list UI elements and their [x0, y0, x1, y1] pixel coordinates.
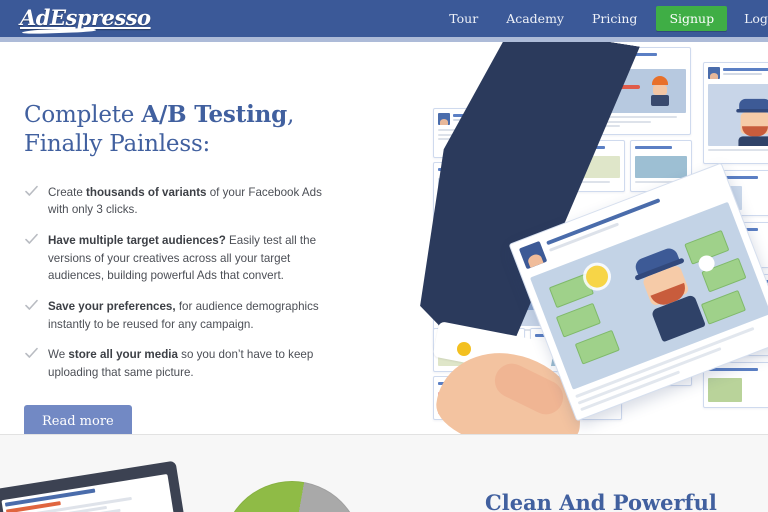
- headline-emphasis: A/B Testing: [141, 101, 288, 128]
- page-title: Complete A/B Testing, Finally Painless:: [24, 100, 344, 160]
- headline-part-1: Complete: [24, 102, 142, 128]
- check-icon: [25, 347, 38, 360]
- section-title: Clean And Powerful: [485, 490, 717, 512]
- nav-item-academy[interactable]: Academy: [492, 0, 578, 37]
- site-logo[interactable]: AdEspresso: [20, 4, 151, 34]
- laptop-illustration: [0, 460, 187, 512]
- list-item: Create thousands of variants of your Fac…: [24, 184, 344, 219]
- click-through-donut-chart: 9.478% Click through: [222, 481, 362, 512]
- list-item-text-strong: store all your media: [68, 348, 178, 362]
- list-item-text-strong: Save your preferences,: [48, 299, 176, 313]
- check-icon: [25, 299, 38, 312]
- list-item-text-strong: thousands of variants: [86, 185, 207, 199]
- hero-illustration: [415, 42, 768, 434]
- list-item: Have multiple target audiences? Easily t…: [24, 232, 344, 285]
- headline-part-2: ,: [287, 102, 295, 128]
- nav-underline-strip: [0, 37, 768, 42]
- check-icon: [25, 233, 38, 246]
- list-item: Save your preferences, for audience demo…: [24, 298, 344, 333]
- list-item-text-pre: We: [48, 348, 69, 362]
- illustration-cuff-button: [457, 342, 471, 356]
- headline-line-2: Finally Painless:: [24, 131, 211, 158]
- features-section: 9.478% Click through Clean And Powerful: [0, 435, 768, 512]
- list-item-text-pre: Create: [48, 185, 87, 199]
- laptop-screen: [1, 473, 177, 512]
- login-link[interactable]: Login: [732, 0, 768, 37]
- list-item: We store all your media so you don’t hav…: [24, 346, 344, 381]
- nav-item-tour[interactable]: Tour: [435, 0, 492, 37]
- ad-card: [703, 62, 768, 164]
- hero-section: Complete A/B Testing, Finally Painless: …: [0, 42, 768, 434]
- hero-copy-column: Complete A/B Testing, Finally Painless: …: [24, 100, 344, 434]
- read-more-button[interactable]: Read more: [24, 405, 132, 434]
- nav-links-group: Tour Academy Pricing Signup Login: [435, 0, 768, 37]
- check-icon: [25, 185, 38, 198]
- logo-text: AdEspresso: [20, 4, 151, 30]
- list-item-text-strong: Have multiple target audiences?: [48, 234, 226, 248]
- top-navigation-bar: AdEspresso Tour Academy Pricing Signup L…: [0, 0, 768, 37]
- nav-item-pricing[interactable]: Pricing: [578, 0, 651, 37]
- signup-button[interactable]: Signup: [656, 6, 728, 31]
- feature-list: Create thousands of variants of your Fac…: [24, 184, 344, 381]
